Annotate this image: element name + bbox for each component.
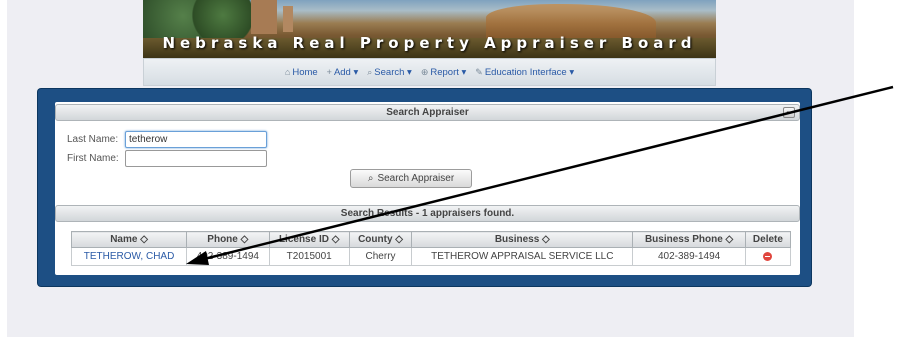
- county-cell: Cherry: [348, 247, 413, 266]
- nav-report-label: Report ▾: [430, 66, 467, 78]
- first-name-field[interactable]: [125, 150, 267, 167]
- results-panel-title: Search Results - 1 appraisers found.: [340, 208, 515, 219]
- search-appraiser-button[interactable]: ⌕ Search Appraiser: [350, 169, 472, 188]
- delete-icon[interactable]: [763, 251, 773, 261]
- search-icon: ⌕: [367, 173, 374, 184]
- results-panel-header: Search Results - 1 appraisers found.: [55, 205, 800, 222]
- table-row: TETHEROW, CHAD 402-389-1494 T2015001 Che…: [70, 247, 792, 266]
- content-panel: Search Appraiser − Last Name: tetherow F…: [55, 102, 800, 275]
- site-title: Nebraska Real Property Appraiser Board: [162, 34, 697, 52]
- home-icon: ⌂: [284, 67, 291, 77]
- pencil-icon: ✎: [475, 66, 483, 77]
- results-header-row: Name ◇ Phone ◇ License ID ◇ County ◇ Bus…: [70, 231, 792, 248]
- business-cell: TETHEROW APPRAISAL SERVICE LLC: [411, 247, 634, 266]
- business-phone-cell: 402-389-1494: [632, 247, 746, 266]
- search-panel-title: Search Appraiser: [386, 107, 469, 118]
- nav-report[interactable]: ⊕ Report ▾: [421, 67, 466, 78]
- first-name-label: First Name:: [67, 153, 119, 164]
- nav-add[interactable]: + Add ▾: [327, 67, 359, 78]
- main-nav: ⌂ Home + Add ▾ ⌕ Search ▾ ⊕ Report ▾ ✎ E…: [143, 58, 716, 86]
- nav-education[interactable]: ✎ Education Interface ▾: [475, 67, 574, 78]
- results-table: Name ◇ Phone ◇ License ID ◇ County ◇ Bus…: [70, 231, 792, 266]
- col-business[interactable]: Business ◇: [411, 231, 634, 248]
- col-license-id[interactable]: License ID ◇: [268, 231, 350, 248]
- nav-home-label: Home: [292, 66, 318, 78]
- search-panel-header: Search Appraiser −: [55, 104, 800, 121]
- nav-search[interactable]: ⌕ Search ▾: [367, 67, 412, 78]
- license-id-cell: T2015001: [268, 247, 350, 266]
- search-button-label: Search Appraiser: [377, 173, 455, 184]
- col-business-phone[interactable]: Business Phone ◇: [632, 231, 746, 248]
- nav-search-label: Search ▾: [374, 66, 412, 78]
- app-screen: Nebraska Real Property Appraiser Board ⌂…: [7, 0, 854, 337]
- last-name-label: Last Name:: [67, 134, 119, 145]
- col-name[interactable]: Name ◇: [70, 231, 188, 248]
- report-icon: ⊕: [420, 66, 429, 77]
- header-banner: Nebraska Real Property Appraiser Board: [143, 0, 716, 58]
- collapse-button[interactable]: −: [783, 107, 795, 118]
- nav-education-label: Education Interface ▾: [484, 66, 575, 78]
- nav-home[interactable]: ⌂ Home: [285, 67, 318, 78]
- last-name-field[interactable]: tetherow: [125, 131, 267, 148]
- col-county[interactable]: County ◇: [348, 231, 413, 248]
- col-phone[interactable]: Phone ◇: [186, 231, 270, 248]
- content-frame: Search Appraiser − Last Name: tetherow F…: [38, 89, 811, 286]
- col-delete: Delete: [744, 231, 792, 248]
- search-icon: ⌕: [367, 66, 373, 77]
- appraiser-name-link[interactable]: TETHEROW, CHAD: [70, 247, 188, 266]
- nav-add-label: Add ▾: [333, 66, 359, 78]
- delete-cell: [744, 247, 792, 266]
- plus-icon: +: [326, 67, 332, 77]
- phone-cell: 402-389-1494: [186, 247, 270, 266]
